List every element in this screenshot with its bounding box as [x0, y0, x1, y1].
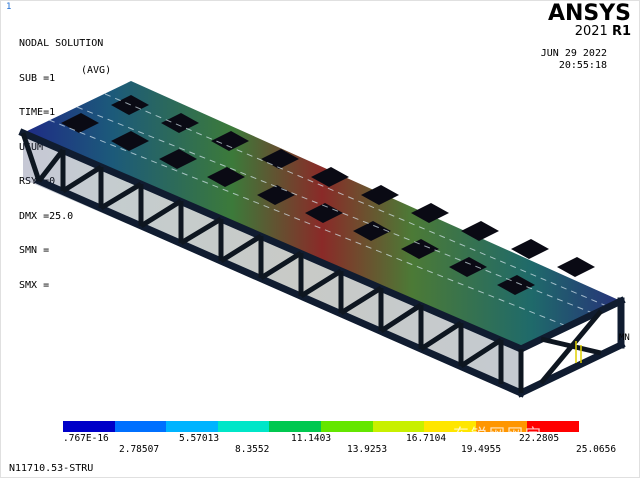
truss-model[interactable]: [1, 1, 640, 479]
legend-swatch: [372, 421, 425, 432]
legend-swatch: [63, 421, 115, 432]
legend-swatch: [217, 421, 270, 432]
legend-swatch: [114, 421, 167, 432]
node-label: MN: [619, 333, 630, 343]
legend-swatch: [320, 421, 373, 432]
legend-swatch: [166, 421, 218, 432]
support-marker: [575, 341, 582, 363]
legend-label: 11.1403: [291, 433, 332, 444]
legend-label: 5.57013: [179, 433, 220, 444]
legend-label: 19.4955: [461, 444, 502, 455]
legend-label: 16.7104: [406, 433, 447, 444]
legend-swatch: [269, 421, 321, 432]
legend-label: 8.3552: [235, 444, 270, 455]
model-title: N11710.53-STRU: [9, 463, 94, 474]
graphics-viewport[interactable]: 1 NODAL SOLUTION SUB =1 TIME=1 USUM RSYS…: [0, 0, 640, 478]
legend-label: 13.9253: [347, 444, 388, 455]
legend-label: 25.0656: [576, 444, 617, 455]
legend-label: 22.2805: [519, 433, 560, 444]
legend-label: .767E-16: [63, 433, 109, 444]
legend-label: 2.78507: [119, 444, 160, 455]
